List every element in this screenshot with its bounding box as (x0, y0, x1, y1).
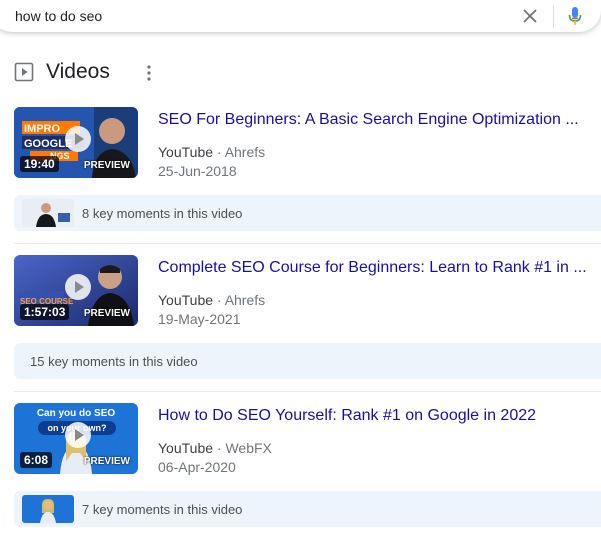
moments-thumbnail (22, 199, 74, 227)
key-moments-bar[interactable]: 8 key moments in this video (14, 195, 601, 231)
video-title-link[interactable]: Complete SEO Course for Beginners: Learn… (158, 259, 598, 277)
close-icon[interactable] (522, 8, 538, 24)
moments-thumbnail (22, 495, 74, 523)
video-play-icon (14, 62, 34, 82)
video-title-link[interactable]: How to Do SEO Yourself: Rank #1 on Googl… (158, 407, 598, 425)
search-divider (553, 6, 554, 28)
video-source: YouTube · Ahrefs (158, 292, 266, 308)
video-title-link[interactable]: SEO For Beginners: A Basic Search Engine… (158, 111, 598, 129)
key-moments-text: 7 key moments in this video (82, 502, 243, 517)
channel-name: WebFX (225, 440, 272, 456)
thumb-text: IMPRO (24, 123, 61, 135)
section-title: Videos (46, 60, 110, 83)
video-thumbnail[interactable]: IMPRO GOOGLE NGS 19:40 PREVIEW (14, 107, 138, 178)
result-divider (14, 391, 601, 392)
result-divider (14, 243, 601, 244)
video-date: 06-Apr-2020 (158, 459, 236, 475)
key-moments-text: 8 key moments in this video (82, 206, 243, 221)
video-thumbnail[interactable]: Can you do SEO on your own? 6:08 PREVIEW (14, 403, 138, 474)
video-duration: 19:40 (20, 156, 59, 172)
play-icon (65, 274, 91, 300)
preview-label: PREVIEW (83, 308, 130, 319)
source-name: YouTube (158, 440, 214, 456)
video-source: YouTube · WebFX (158, 440, 272, 456)
source-name: YouTube (158, 292, 214, 308)
video-duration: 1:57:03 (20, 304, 70, 320)
key-moments-bar[interactable]: 15 key moments in this video (14, 343, 601, 379)
video-thumbnail[interactable]: SEO COURSE 1:57:03 PREVIEW (14, 255, 138, 326)
video-source: YouTube · Ahrefs (158, 144, 266, 160)
video-date: 19-May-2021 (158, 311, 241, 327)
preview-label: PREVIEW (83, 456, 130, 467)
play-icon (65, 422, 91, 448)
video-duration: 6:08 (20, 452, 53, 468)
key-moments-bar[interactable]: 7 key moments in this video (14, 491, 601, 527)
source-name: YouTube (158, 144, 214, 160)
microphone-icon[interactable] (567, 5, 583, 27)
key-moments-text: 15 key moments in this video (30, 354, 198, 369)
video-date: 25-Jun-2018 (158, 163, 237, 179)
videos-section-header: Videos (14, 58, 214, 88)
channel-name: Ahrefs (224, 292, 266, 308)
channel-name: Ahrefs (224, 144, 266, 160)
thumb-text: Can you do SEO (37, 408, 116, 419)
more-vert-icon[interactable] (146, 64, 152, 82)
play-icon (65, 126, 91, 152)
search-input[interactable]: how to do seo (15, 8, 102, 24)
preview-label: PREVIEW (83, 160, 130, 171)
